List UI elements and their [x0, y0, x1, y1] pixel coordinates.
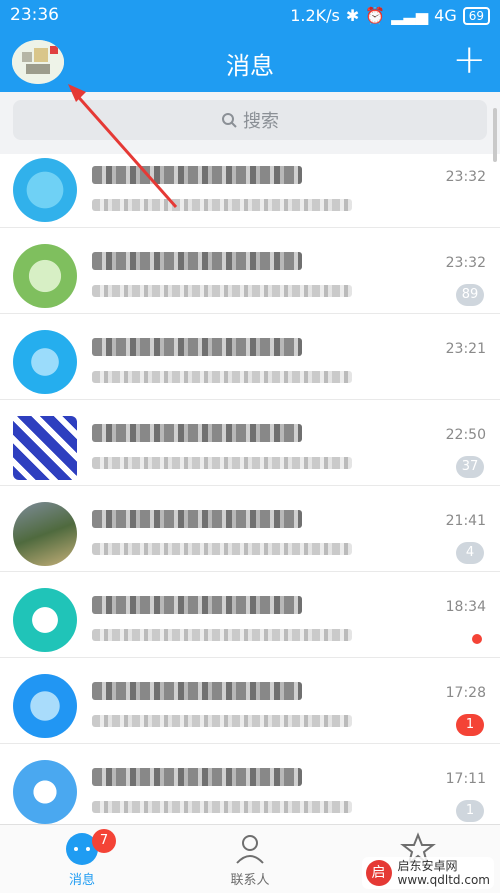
messages-tab-badge: 7: [92, 829, 116, 853]
watermark-url: www.qdltd.com: [397, 873, 491, 887]
tab-contacts[interactable]: 联系人: [180, 831, 320, 888]
watermark-name: 启东安卓网: [397, 859, 458, 873]
annotation-arrow: [68, 84, 178, 208]
watermark-logo-icon: 启: [365, 860, 392, 886]
tab-messages[interactable]: 消息: [12, 831, 152, 888]
tab-contacts-label: 联系人: [230, 873, 270, 888]
bottom-tab-bar: 消息 7 联系人 启 启东安卓网 www.qdltd.com: [0, 824, 500, 893]
contacts-icon: [236, 835, 264, 864]
tab-messages-label: 消息: [68, 873, 95, 888]
watermark: 启 启东安卓网 www.qdltd.com: [361, 857, 494, 889]
